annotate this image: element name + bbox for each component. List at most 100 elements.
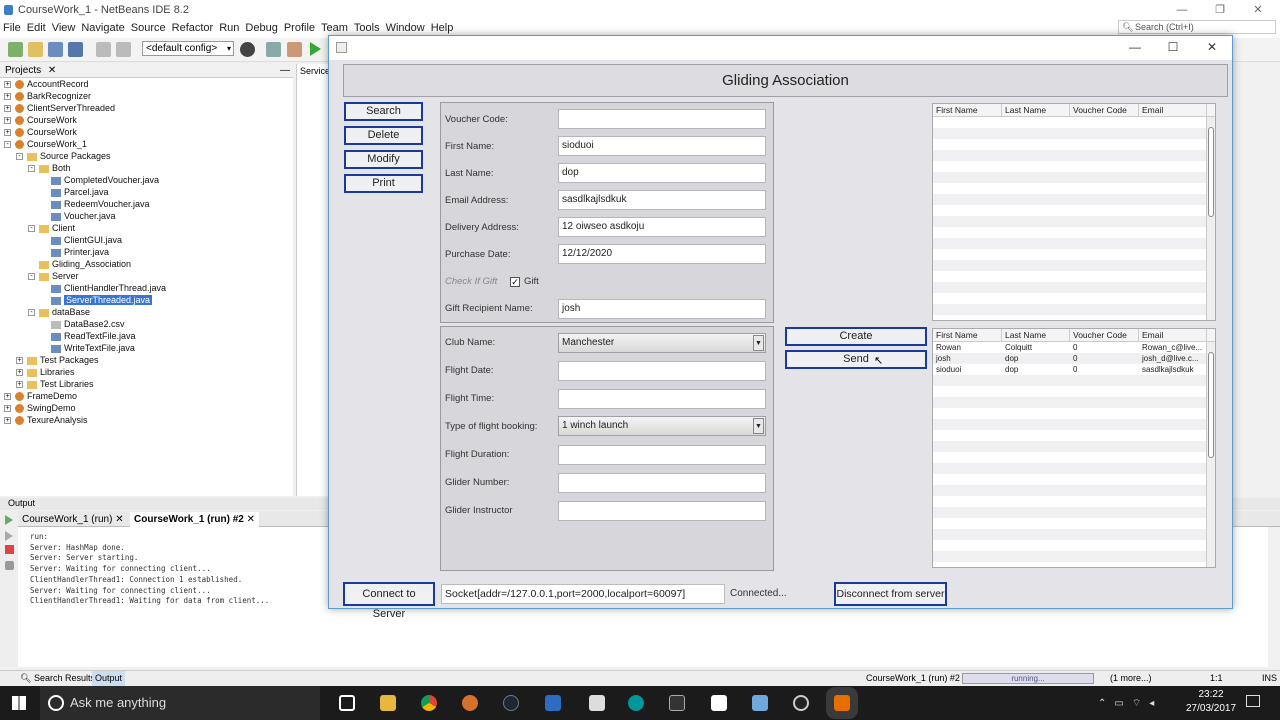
chrome-icon[interactable]: [421, 695, 437, 711]
rerun-alt-icon[interactable]: [5, 531, 13, 541]
globe-icon[interactable]: [240, 42, 255, 57]
tab-projects[interactable]: Projects: [5, 65, 41, 76]
glider-instructor-field[interactable]: [558, 501, 766, 521]
ide-search-input[interactable]: 🔍︎ Search (Ctrl+I): [1118, 20, 1276, 34]
table-row[interactable]: [933, 419, 1215, 430]
table-row[interactable]: [933, 282, 1215, 293]
table-row[interactable]: [933, 260, 1215, 271]
table-row[interactable]: [933, 216, 1215, 227]
tree-item[interactable]: ClientGUI.java: [40, 234, 122, 246]
tab-output-status[interactable]: Output: [92, 671, 126, 686]
tree-item[interactable]: + TexureAnalysis: [4, 414, 88, 426]
tree-item[interactable]: + AccountRecord: [4, 78, 89, 90]
close-icon[interactable]: ✕: [247, 514, 255, 525]
ide-maximize-button[interactable]: ❐: [1210, 0, 1230, 20]
tree-item[interactable]: + CourseWork: [4, 114, 77, 126]
column-header[interactable]: Voucher Code: [1070, 329, 1139, 342]
scrollbar-thumb[interactable]: [1208, 352, 1214, 458]
voucher-code-field[interactable]: [558, 109, 766, 129]
windows-start-icon[interactable]: [12, 696, 26, 710]
delete-button[interactable]: Delete: [344, 126, 423, 145]
tree-item[interactable]: + ClientServerThreaded: [4, 102, 115, 114]
booking-type-select[interactable]: 1 winch launch ▼: [558, 416, 766, 436]
table-row[interactable]: [933, 194, 1215, 205]
save-all-icon[interactable]: [68, 42, 83, 57]
flight-time-field[interactable]: [558, 389, 766, 409]
table-row[interactable]: [933, 293, 1215, 304]
steam-icon[interactable]: [503, 695, 519, 711]
delivery-address-field[interactable]: 12 oiwseo asdkoju: [558, 217, 766, 237]
tree-item[interactable]: - CourseWork_1: [4, 138, 87, 150]
new-file-icon[interactable]: [28, 42, 43, 57]
close-button[interactable]: ✕: [1193, 36, 1231, 60]
menu-item-source[interactable]: Source: [128, 20, 169, 36]
expand-icon[interactable]: +: [16, 381, 23, 389]
collapse-icon[interactable]: -: [28, 165, 35, 173]
tree-item[interactable]: + FrameDemo: [4, 390, 77, 402]
expand-icon[interactable]: +: [16, 369, 23, 377]
expand-icon[interactable]: +: [4, 93, 11, 101]
table-row[interactable]: [933, 408, 1215, 419]
table-row[interactable]: [933, 397, 1215, 408]
column-header[interactable]: Voucher Code: [1070, 104, 1139, 117]
obs-icon[interactable]: [793, 695, 809, 711]
run-progress[interactable]: running...: [962, 673, 1094, 684]
tree-item[interactable]: Printer.java: [40, 246, 109, 258]
collapse-icon[interactable]: -: [28, 273, 35, 281]
purchase-date-field[interactable]: 12/12/2020: [558, 244, 766, 264]
table-row[interactable]: [933, 529, 1215, 540]
last-name-field[interactable]: dop: [558, 163, 766, 183]
expand-icon[interactable]: +: [4, 129, 11, 137]
tree-item[interactable]: ReadTextFile.java: [40, 330, 136, 342]
table-row[interactable]: [933, 463, 1215, 474]
menu-item-edit[interactable]: Edit: [24, 20, 49, 36]
rerun-icon[interactable]: [5, 515, 13, 525]
tree-item[interactable]: - Client: [28, 222, 75, 234]
tree-item[interactable]: Parcel.java: [40, 186, 109, 198]
tree-item[interactable]: + Test Libraries: [16, 378, 94, 390]
collapse-icon[interactable]: -: [16, 153, 23, 161]
table-row[interactable]: [933, 496, 1215, 507]
table-row[interactable]: [933, 238, 1215, 249]
table-row[interactable]: [933, 172, 1215, 183]
column-header[interactable]: Last Name: [1002, 104, 1070, 117]
expand-icon[interactable]: +: [16, 357, 23, 365]
undo-icon[interactable]: [96, 42, 111, 57]
menu-item-profile[interactable]: Profile: [281, 20, 318, 36]
table-row[interactable]: josh dop 0 josh_d@live.c...: [933, 353, 1215, 364]
flight-date-field[interactable]: [558, 361, 766, 381]
chevron-down-icon[interactable]: ▼: [753, 335, 764, 351]
redo-icon[interactable]: [116, 42, 131, 57]
visual-studio-icon[interactable]: [545, 695, 561, 711]
table-row[interactable]: [933, 227, 1215, 238]
gift-checkbox[interactable]: ✓: [510, 277, 520, 287]
tree-item[interactable]: CompletedVoucher.java: [40, 174, 159, 186]
tree-item[interactable]: + Libraries: [16, 366, 75, 378]
cortana-search[interactable]: Ask me anything: [40, 686, 320, 720]
connection-info-field[interactable]: Socket[addr=/127.0.0.1,port=2000,localpo…: [441, 584, 725, 604]
collapse-icon[interactable]: -: [4, 141, 11, 149]
build-icon[interactable]: [266, 42, 281, 57]
expand-icon[interactable]: +: [4, 393, 11, 401]
column-header[interactable]: First Name: [933, 329, 1002, 342]
tree-item[interactable]: ServerThreaded.java: [40, 294, 153, 306]
run-icon[interactable]: [310, 42, 321, 56]
tree-item[interactable]: DataBase2.csv: [40, 318, 125, 330]
table-row[interactable]: [933, 128, 1215, 139]
terminal-icon[interactable]: [669, 695, 685, 711]
menu-item-view[interactable]: View: [49, 20, 79, 36]
glider-number-field[interactable]: [558, 473, 766, 493]
scrollbar-thumb[interactable]: [1208, 127, 1214, 217]
task-view-icon[interactable]: [339, 695, 355, 711]
column-header[interactable]: Last Name: [1002, 329, 1070, 342]
new-project-icon[interactable]: [8, 42, 23, 57]
menu-item-run[interactable]: Run: [216, 20, 242, 36]
table-row[interactable]: [933, 183, 1215, 194]
open-project-icon[interactable]: [48, 42, 63, 57]
stop-icon[interactable]: [5, 545, 14, 554]
send-button[interactable]: Send: [785, 350, 927, 369]
scrollbar[interactable]: [1206, 342, 1215, 567]
print-button[interactable]: Print: [344, 174, 423, 193]
tree-item[interactable]: Voucher.java: [40, 210, 116, 222]
tree-item[interactable]: WriteTextFile.java: [40, 342, 135, 354]
